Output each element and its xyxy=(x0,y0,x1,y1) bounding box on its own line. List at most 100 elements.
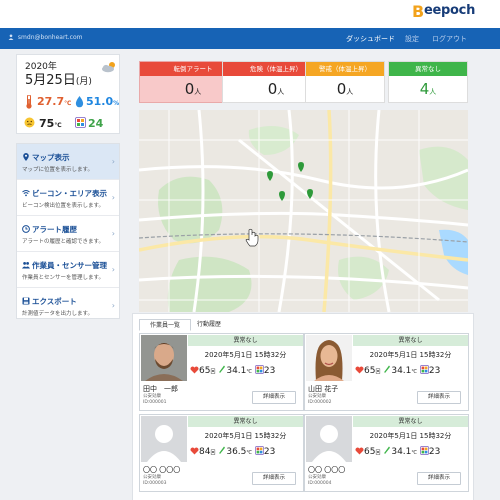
worker-status: 異常なし xyxy=(188,335,303,346)
worker-metrics: 65回 34.1℃ 23 xyxy=(355,446,440,457)
chevron-right-icon: › xyxy=(111,193,115,202)
detail-button[interactable]: 詳細表示 xyxy=(252,472,296,485)
menu-item-export[interactable]: エクスポート 計測値データを出力します。 › xyxy=(17,288,119,324)
worker-photo-male xyxy=(141,335,187,381)
tab-history[interactable]: 行動履歴 xyxy=(187,319,231,331)
temp-value: 36.5 xyxy=(226,447,247,457)
worker-id: ID:000004 xyxy=(308,481,332,486)
wbgt-value: 23 xyxy=(428,366,441,376)
menu-desc: マップに位置を表示します。 xyxy=(22,167,93,173)
worker-id: ID:000001 xyxy=(143,400,167,405)
humidity-value: 51.0 xyxy=(86,95,114,108)
chevron-right-icon: › xyxy=(111,265,115,274)
wbgt-icon xyxy=(255,446,264,455)
worker-datetime: 2020年5月1日 15時32分 xyxy=(369,432,452,440)
alert-unit: 人 xyxy=(277,88,285,96)
alert-unit: 人 xyxy=(346,88,354,96)
alert-card-normal[interactable]: 異常なし 4人 xyxy=(388,61,468,103)
menu-item-map[interactable]: マップ表示 マップに位置を表示します。 › xyxy=(17,144,119,180)
worker-metrics: 84回 36.5℃ 23 xyxy=(190,446,275,457)
menu-label: マップ表示 xyxy=(32,153,70,162)
heart-unit: 回 xyxy=(375,450,381,456)
worker-photo-female xyxy=(306,335,352,381)
worker-id: ID:000002 xyxy=(308,400,332,405)
worker-card: 異常なし 2020年5月1日 15時32分 65回 34.1℃ 23 山田 花子… xyxy=(304,333,469,411)
heat-index-unit: ℃ xyxy=(54,122,62,129)
map-canvas xyxy=(139,110,468,312)
menu-label: 作業員・センサー管理 xyxy=(32,261,107,270)
worker-status: 異常なし xyxy=(353,416,468,427)
worker-company: 公安効康 xyxy=(143,475,161,480)
tab-workers[interactable]: 作業員一覧 xyxy=(139,319,192,331)
alert-unit: 人 xyxy=(194,88,202,96)
temperature-value: 27.7 xyxy=(37,95,65,108)
alert-unit: 人 xyxy=(429,88,437,96)
logo-text: eepoch xyxy=(424,3,476,18)
alert-label: 警戒（体温上昇） xyxy=(306,62,384,76)
alert-value: 4 xyxy=(419,80,430,98)
humidity-unit: % xyxy=(113,100,120,107)
alert-label: 異常なし xyxy=(389,62,467,76)
chevron-right-icon: › xyxy=(111,229,115,238)
temp-value: 34.1 xyxy=(391,447,412,457)
water-drop-icon xyxy=(75,96,84,108)
alert-count: 4人 xyxy=(389,80,467,98)
worker-status: 異常なし xyxy=(353,335,468,346)
humidity-stat: 51.0% xyxy=(86,95,119,108)
temp-unit: ℃ xyxy=(411,450,418,456)
nav-dashboard[interactable]: ダッシュボード xyxy=(346,34,395,44)
heart-icon xyxy=(355,366,364,374)
temp-unit: ℃ xyxy=(246,369,253,375)
worker-datetime: 2020年5月1日 15時32分 xyxy=(369,351,452,359)
heart-icon xyxy=(190,447,199,455)
side-menu: マップ表示 マップに位置を表示します。 › ビーコン・エリア表示 ビーコン検出位… xyxy=(16,143,120,319)
menu-item-beacon[interactable]: ビーコン・エリア表示 ビーコン検出位置を表示します。 › xyxy=(17,180,119,216)
user-email: smdn@bonheart.com xyxy=(17,34,83,41)
worker-photo-placeholder xyxy=(306,416,352,462)
wifi-icon xyxy=(22,190,30,197)
heart-icon xyxy=(190,366,199,374)
wbgt-icon xyxy=(255,365,264,374)
heart-value: 65 xyxy=(364,447,376,457)
worker-metrics: 65回 34.1℃ 23 xyxy=(190,365,275,376)
menu-desc: 作業員とセンサーを管理します。 xyxy=(22,275,104,281)
worker-status: 異常なし xyxy=(188,416,303,427)
chevron-right-icon: › xyxy=(111,301,115,310)
location-map[interactable] xyxy=(139,110,468,312)
menu-item-title: アラート履歴 xyxy=(22,224,77,235)
menu-item-alert-history[interactable]: アラート履歴 アラートの履歴と確認できます。 › xyxy=(17,216,119,252)
worker-photo-placeholder xyxy=(141,416,187,462)
menu-label: エクスポート xyxy=(32,297,77,306)
menu-desc: ビーコン検出位置を表示します。 xyxy=(22,203,104,209)
wbgt-icon xyxy=(420,446,429,455)
worker-company: 公安効康 xyxy=(308,475,326,480)
heart-unit: 回 xyxy=(210,369,216,375)
sweat-face-icon xyxy=(24,117,35,128)
menu-label: ビーコン・エリア表示 xyxy=(32,189,107,198)
wbgt-icon xyxy=(75,117,86,128)
wbgt-value: 24 xyxy=(88,117,104,130)
temp-unit: ℃ xyxy=(246,450,253,456)
worker-datetime: 2020年5月1日 15時32分 xyxy=(204,351,287,359)
detail-button[interactable]: 詳細表示 xyxy=(417,472,461,485)
heart-value: 65 xyxy=(364,366,376,376)
nav-logout[interactable]: ログアウト xyxy=(432,34,467,44)
save-icon xyxy=(22,297,30,305)
worker-company: 公安効康 xyxy=(308,394,326,399)
menu-item-workers[interactable]: 作業員・センサー管理 作業員とセンサーを管理します。 › xyxy=(17,252,119,288)
menu-label: アラート履歴 xyxy=(32,225,77,234)
chevron-right-icon: › xyxy=(111,157,115,166)
nav-settings[interactable]: 設定 xyxy=(405,34,419,44)
heart-unit: 回 xyxy=(210,450,216,456)
heart-icon xyxy=(355,447,364,455)
alert-card-warning[interactable]: 警戒（体温上昇） 0人 xyxy=(305,61,385,103)
cloud-sun-icon xyxy=(102,62,115,73)
beepoch-logo[interactable]: B eepoch xyxy=(412,2,476,24)
temp-value: 34.1 xyxy=(226,366,247,376)
detail-button[interactable]: 詳細表示 xyxy=(252,391,296,404)
temperature-unit: ℃ xyxy=(64,100,72,107)
alert-value: 0 xyxy=(336,80,347,98)
heart-value: 65 xyxy=(199,366,211,376)
detail-button[interactable]: 詳細表示 xyxy=(417,391,461,404)
alert-count: 0人 xyxy=(306,80,384,98)
